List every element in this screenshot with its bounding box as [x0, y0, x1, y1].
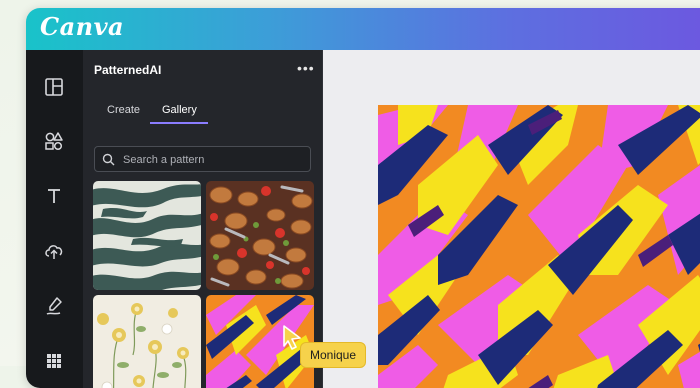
app-window: Canva PatternedAI ••• Create Gallery Sea… [26, 8, 700, 388]
food-plates-pattern[interactable] [206, 181, 314, 290]
tab-create[interactable]: Create [107, 104, 140, 116]
layout-icon[interactable] [43, 76, 65, 98]
search-input[interactable] [121, 150, 310, 170]
floral-pattern[interactable] [93, 295, 201, 388]
search-icon [102, 153, 115, 166]
canva-logo[interactable]: Canva [40, 12, 124, 41]
design-canvas[interactable] [378, 105, 700, 388]
zebra-stripes-pattern[interactable] [93, 181, 201, 290]
search-box [94, 146, 311, 172]
uploads-icon[interactable] [43, 240, 65, 262]
elements-icon[interactable] [43, 130, 65, 152]
side-rail [26, 50, 83, 388]
apps-icon[interactable] [43, 350, 65, 372]
more-options-button[interactable]: ••• [297, 60, 315, 76]
collaborator-name-tag: Monique [300, 342, 367, 368]
panel-title: PatternedAI [94, 63, 162, 77]
draw-icon[interactable] [43, 295, 65, 317]
canvas-area [323, 50, 700, 388]
top-bar: Canva [26, 8, 700, 50]
text-icon[interactable] [43, 185, 65, 207]
active-tab-indicator [150, 122, 208, 124]
tab-gallery[interactable]: Gallery [162, 104, 197, 116]
